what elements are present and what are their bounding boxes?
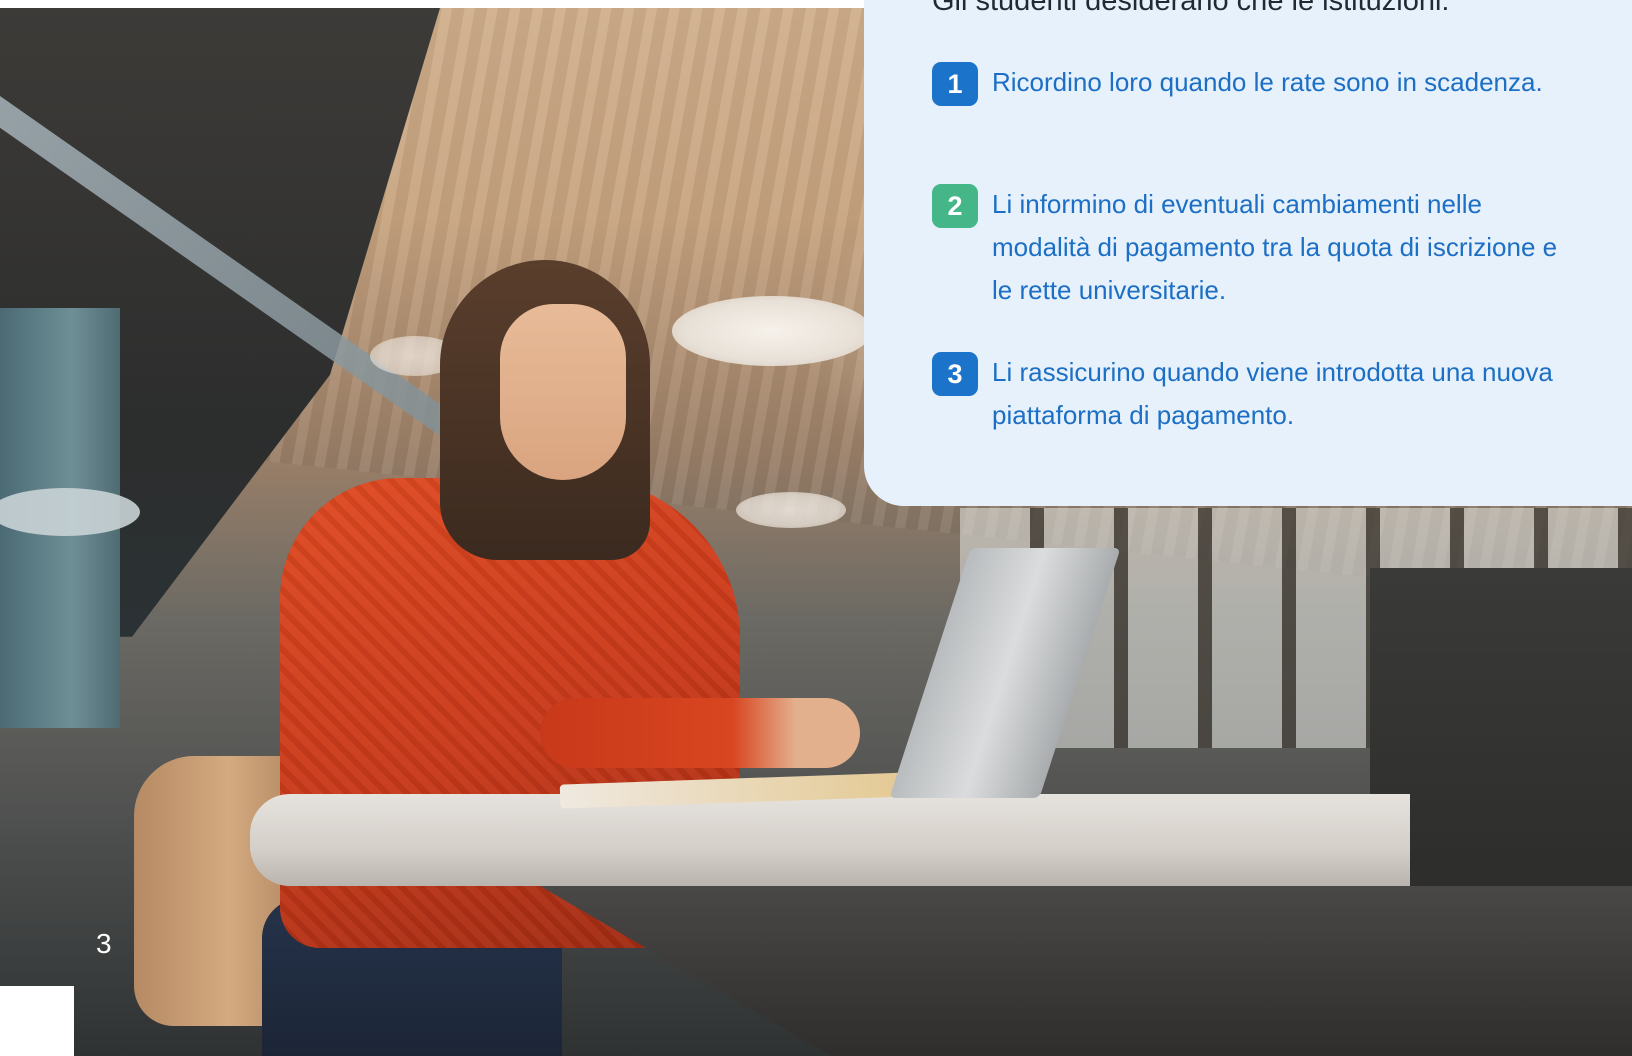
info-panel: Gli studenti desiderano che le istituzio… — [864, 0, 1632, 506]
number-badge: 1 — [932, 62, 978, 106]
number-badge: 2 — [932, 184, 978, 228]
ceiling-lamp — [672, 296, 872, 366]
desk-shadow — [540, 886, 1632, 1056]
list-item: 3 Li rassicurino quando viene introdotta… — [932, 352, 1562, 437]
person-face — [500, 304, 626, 480]
top-white-strip — [0, 0, 864, 8]
ceiling-lamp — [736, 492, 846, 528]
corner-white-block — [0, 986, 74, 1056]
list-item-text: Li rassicurino quando viene introdotta u… — [992, 357, 1553, 430]
page-number: 3 — [96, 928, 112, 959]
list-item: 1 Ricordino loro quando le rate sono in … — [932, 62, 1562, 106]
panel-heading: Gli studenti desiderano che le istituzio… — [932, 0, 1450, 17]
person-arm — [540, 698, 860, 768]
number-badge: 3 — [932, 352, 978, 396]
list-item-text: Li informino di eventuali cambiamenti ne… — [992, 189, 1558, 305]
list-item: 2 Li informino di eventuali cambiamenti … — [932, 184, 1562, 312]
desk — [250, 794, 1410, 886]
list-item-text: Ricordino loro quando le rate sono in sc… — [992, 67, 1543, 97]
